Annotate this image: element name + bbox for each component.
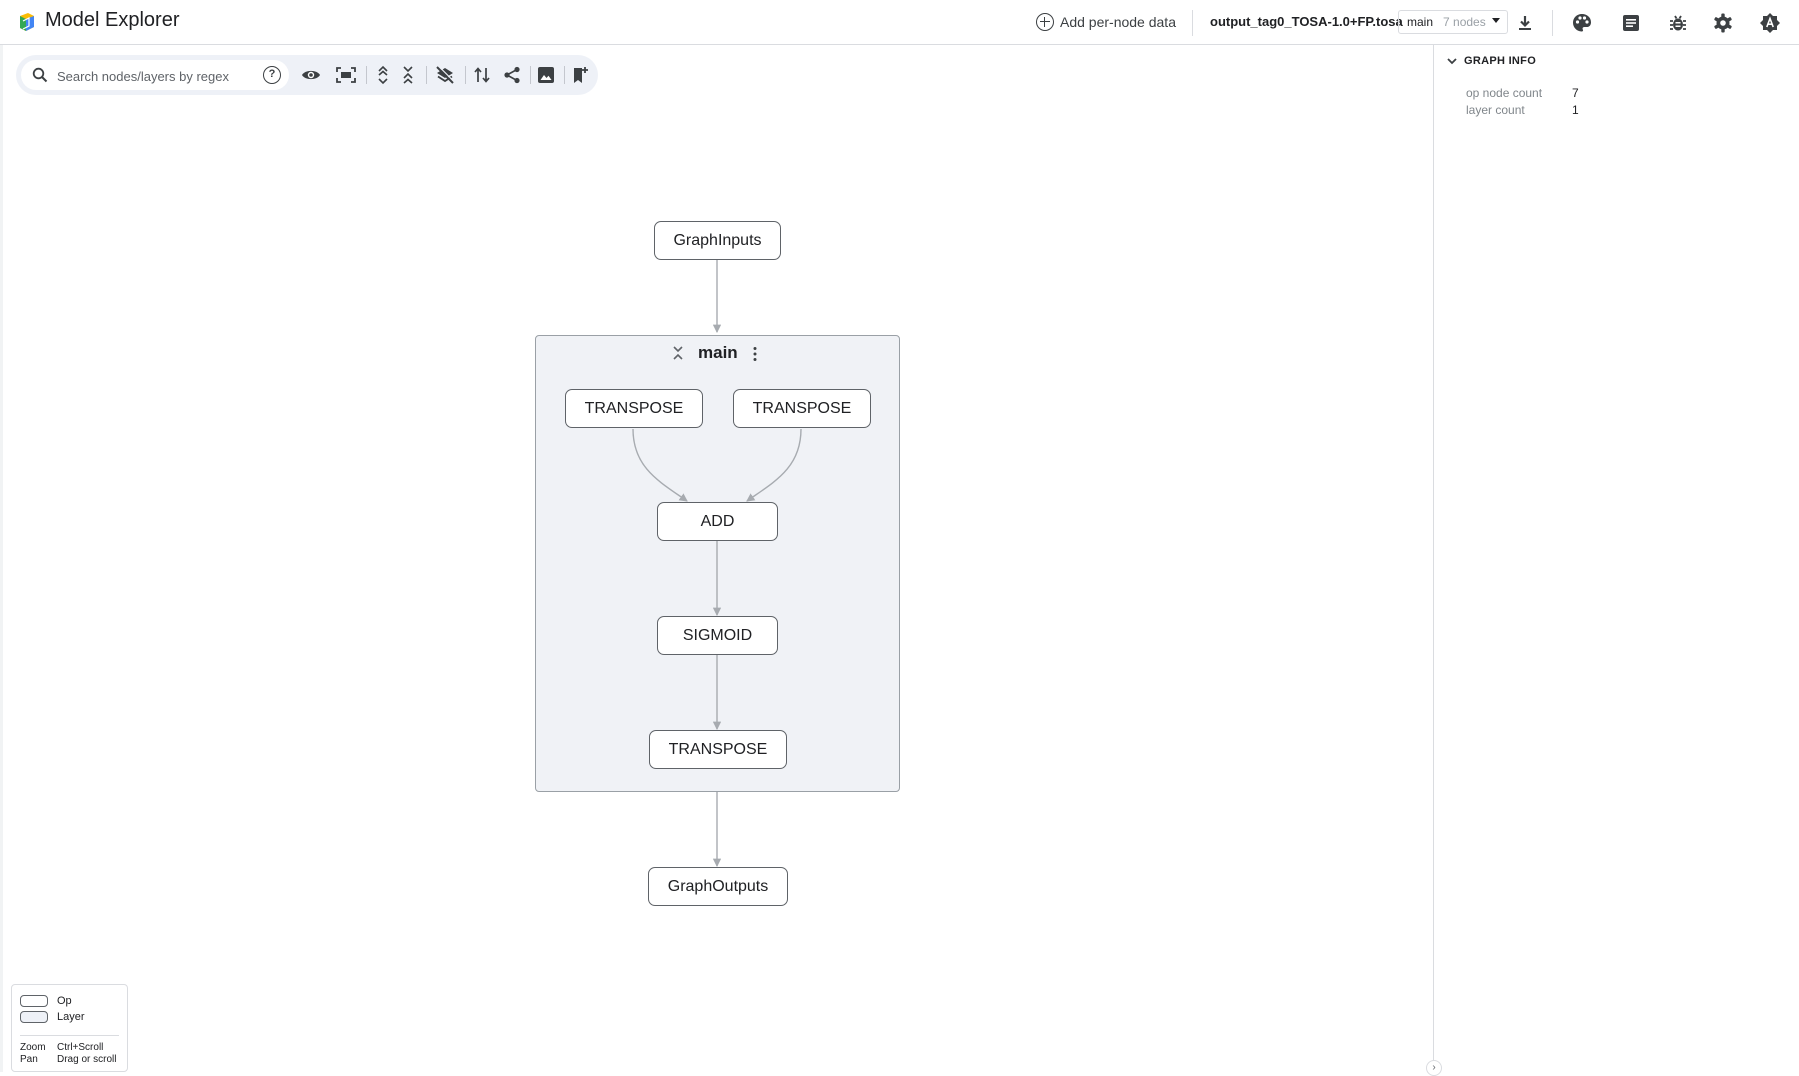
theme-button[interactable] bbox=[1757, 10, 1783, 36]
legend-divider bbox=[20, 1035, 119, 1036]
info-side-panel: GRAPH INFO op node count 7 layer count 1… bbox=[1426, 45, 1799, 1076]
graph-info-section-title[interactable]: GRAPH INFO bbox=[1464, 55, 1536, 67]
fit-to-screen-button[interactable] bbox=[334, 63, 358, 87]
swap-vert-icon bbox=[474, 67, 490, 83]
download-icon bbox=[1519, 16, 1531, 30]
gear-icon bbox=[1714, 13, 1732, 33]
divider bbox=[1552, 10, 1553, 36]
article-icon bbox=[1623, 15, 1639, 31]
info-key: op node count bbox=[1466, 86, 1543, 100]
download-button[interactable] bbox=[1512, 10, 1538, 36]
eye-icon bbox=[302, 70, 320, 80]
toggle-visibility-button[interactable] bbox=[299, 63, 323, 87]
unfold-more-icon bbox=[378, 65, 388, 85]
toolbar-divider bbox=[426, 66, 427, 84]
edge-transpose1-to-add bbox=[632, 428, 688, 502]
palette-icon bbox=[1573, 14, 1591, 32]
layers-clear-icon bbox=[436, 65, 455, 84]
legend-op-label: Op bbox=[57, 995, 72, 1007]
search-box: ? bbox=[21, 60, 289, 90]
chevron-down-icon[interactable] bbox=[1446, 55, 1458, 67]
edge-transpose2-to-add bbox=[746, 428, 802, 502]
expand-all-button[interactable] bbox=[371, 63, 395, 87]
expand-panel-button[interactable]: › bbox=[1426, 1060, 1442, 1076]
search-input[interactable] bbox=[55, 65, 259, 87]
graph-toolbar: ? bbox=[16, 55, 598, 95]
node-sigmoid[interactable]: SIGMOID bbox=[657, 616, 778, 655]
flip-layout-button[interactable] bbox=[470, 63, 494, 87]
legend-zoom-value: Ctrl+Scroll bbox=[57, 1042, 104, 1053]
legend-layer-label: Layer bbox=[57, 1011, 85, 1023]
legend-pan-value: Drag or scroll bbox=[57, 1054, 117, 1065]
node-transpose[interactable]: TRANSPOSE bbox=[565, 389, 703, 428]
fit-screen-icon bbox=[336, 67, 356, 83]
graph-node-count: 7 nodes bbox=[1443, 15, 1486, 29]
image-icon bbox=[538, 67, 554, 83]
more-vert-icon[interactable] bbox=[748, 345, 762, 363]
palette-button[interactable] bbox=[1569, 10, 1595, 36]
node-transpose[interactable]: TRANSPOSE bbox=[733, 389, 871, 428]
collapse-layer-icon[interactable] bbox=[670, 344, 686, 362]
notes-button[interactable] bbox=[1618, 10, 1644, 36]
legend-zoom-key: Zoom bbox=[20, 1042, 46, 1053]
bookmark-add-icon bbox=[574, 67, 588, 83]
node-graph-inputs[interactable]: GraphInputs bbox=[654, 221, 781, 260]
search-icon bbox=[32, 67, 48, 83]
dropdown-arrow-icon bbox=[1492, 18, 1500, 23]
settings-button[interactable] bbox=[1710, 10, 1736, 36]
info-key: layer count bbox=[1466, 103, 1525, 117]
bookmark-button[interactable] bbox=[568, 63, 592, 87]
unfold-less-icon bbox=[403, 66, 413, 84]
legend-pan-key: Pan bbox=[20, 1054, 38, 1065]
info-value: 7 bbox=[1572, 86, 1579, 100]
toolbar-divider bbox=[465, 66, 466, 84]
layer-title: main bbox=[698, 343, 738, 362]
share-icon bbox=[504, 66, 520, 84]
help-icon[interactable]: ? bbox=[263, 66, 281, 84]
collapse-all-button[interactable] bbox=[396, 63, 420, 87]
legend: Op Layer Zoom Ctrl+Scroll Pan Drag or sc… bbox=[11, 984, 128, 1072]
toolbar-divider bbox=[530, 66, 531, 84]
share-button[interactable] bbox=[500, 63, 524, 87]
node-transpose[interactable]: TRANSPOSE bbox=[649, 730, 787, 769]
debug-button[interactable] bbox=[1665, 10, 1691, 36]
hide-layers-button[interactable] bbox=[433, 63, 457, 87]
info-value: 1 bbox=[1572, 103, 1579, 117]
op-swatch bbox=[20, 995, 48, 1007]
toolbar-divider bbox=[366, 66, 367, 84]
node-add[interactable]: ADD bbox=[657, 502, 778, 541]
bug-icon bbox=[1670, 15, 1686, 31]
export-image-button[interactable] bbox=[534, 63, 558, 87]
layer-swatch bbox=[20, 1011, 48, 1023]
toolbar-divider bbox=[564, 66, 565, 84]
node-graph-outputs[interactable]: GraphOutputs bbox=[648, 867, 788, 906]
brightness-auto-icon bbox=[1760, 13, 1780, 33]
